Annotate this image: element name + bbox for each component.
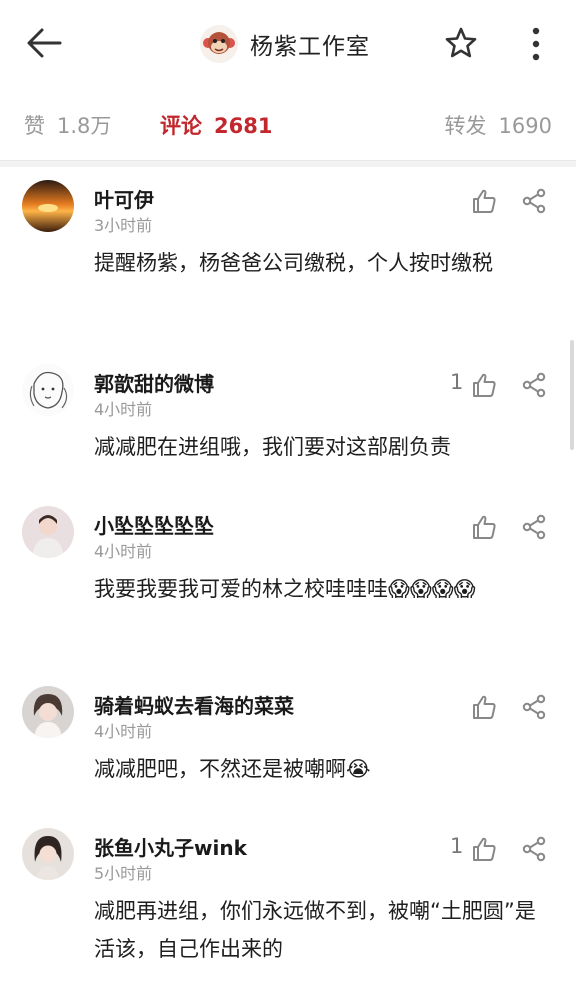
- avatar[interactable]: [22, 506, 74, 558]
- more-vertical-icon[interactable]: [526, 26, 546, 62]
- page-title-group: 杨紫工作室: [200, 22, 370, 66]
- comments-count: 2681: [214, 114, 273, 138]
- sunset-avatar-icon: [22, 180, 74, 232]
- comment-text: 减肥再进组，你们永远做不到，被嘲“土肥圆”是活该，自己作出来的: [94, 892, 554, 968]
- top-bar: 杨紫工作室: [0, 0, 576, 88]
- share-icon[interactable]: [521, 188, 547, 214]
- monkey-logo-icon: [200, 25, 238, 63]
- comment-item: 郭歆甜的微博 4小时前 减减肥在进组哦，我们要对这部剧负责 1: [0, 362, 576, 486]
- share-icon[interactable]: [521, 694, 547, 720]
- scream-emoji-icon: 😱😱😱😱: [388, 577, 476, 601]
- comment-text-content: 减减肥在进组哦，我们要对这部剧负责: [94, 435, 451, 459]
- comment-username[interactable]: 张鱼小丸子wink: [94, 832, 247, 861]
- avatar[interactable]: [22, 364, 74, 416]
- likes-count: 1.8万: [57, 114, 112, 138]
- reposts-count: 1690: [498, 114, 552, 138]
- tab-comments[interactable]: 评论 2681: [160, 110, 272, 140]
- comment-text: 减减肥在进组哦，我们要对这部剧负责: [94, 428, 554, 466]
- stats-tabs: 赞 1.8万 评论 2681 转发 1690: [0, 100, 576, 156]
- comment-time: 3小时前: [94, 216, 153, 235]
- section-divider: [0, 160, 576, 167]
- comment-username[interactable]: 小坠坠坠坠坠: [94, 510, 214, 539]
- like-count: 1: [450, 834, 464, 858]
- page-title: 杨紫工作室: [250, 34, 370, 60]
- likes-label: 赞: [24, 114, 45, 138]
- comment-item: 骑着蚂蚁去看海的菜菜 4小时前 减减肥吧，不然还是被嘲啊😭: [0, 684, 576, 808]
- star-icon[interactable]: [444, 26, 478, 60]
- share-icon[interactable]: [521, 372, 547, 398]
- comment-username[interactable]: 叶可伊: [94, 184, 154, 213]
- like-count: 1: [450, 370, 464, 394]
- comment-text: 减减肥吧，不然还是被嘲啊😭: [94, 750, 554, 788]
- comment-text-content: 减减肥吧，不然还是被嘲啊: [94, 757, 346, 781]
- comment-time: 4小时前: [94, 542, 153, 561]
- tab-likes[interactable]: 赞 1.8万: [24, 110, 111, 140]
- comment-text: 我要我要我可爱的林之校哇哇哇😱😱😱😱: [94, 570, 554, 608]
- comment-item: 叶可伊 3小时前 提醒杨紫，杨爸爸公司缴税，个人按时缴税: [0, 178, 576, 338]
- person-avatar-icon: [22, 828, 74, 880]
- share-icon[interactable]: [521, 836, 547, 862]
- comment-time: 4小时前: [94, 722, 153, 741]
- comment-item: 小坠坠坠坠坠 4小时前 我要我要我可爱的林之校哇哇哇😱😱😱😱: [0, 504, 576, 664]
- thumbs-up-icon[interactable]: [471, 372, 497, 398]
- comment-item: 张鱼小丸子wink 5小时前 减肥再进组，你们永远做不到，被嘲“土肥圆”是活该，…: [0, 826, 576, 996]
- crying-emoji-icon: 😭: [346, 757, 371, 781]
- avatar[interactable]: [22, 686, 74, 738]
- person-avatar-icon: [22, 506, 74, 558]
- comments-label: 评论: [160, 114, 202, 138]
- thumbs-up-icon[interactable]: [471, 514, 497, 540]
- comment-username[interactable]: 骑着蚂蚁去看海的菜菜: [94, 690, 294, 719]
- thumbs-up-icon[interactable]: [471, 694, 497, 720]
- comment-text-content: 我要我要我可爱的林之校哇哇哇: [94, 577, 388, 601]
- studio-avatar[interactable]: [200, 25, 238, 63]
- avatar[interactable]: [22, 180, 74, 232]
- reposts-label: 转发: [444, 114, 487, 138]
- thumbs-up-icon[interactable]: [471, 836, 497, 862]
- avatar[interactable]: [22, 828, 74, 880]
- comment-username[interactable]: 郭歆甜的微博: [94, 368, 214, 397]
- comment-time: 4小时前: [94, 400, 153, 419]
- tab-reposts[interactable]: 转发 1690: [445, 110, 552, 140]
- comment-time: 5小时前: [94, 864, 153, 883]
- comment-text: 提醒杨紫，杨爸爸公司缴税，个人按时缴税: [94, 244, 554, 282]
- comment-text-content: 提醒杨紫，杨爸爸公司缴税，个人按时缴税: [94, 251, 493, 275]
- share-icon[interactable]: [521, 514, 547, 540]
- sketch-avatar-icon: [22, 364, 74, 416]
- comment-text-content: 减肥再进组，你们永远做不到，被嘲“土肥圆”是活该，自己作出来的: [94, 899, 536, 961]
- back-arrow-icon[interactable]: [24, 26, 64, 60]
- person-avatar-icon: [22, 686, 74, 738]
- thumbs-up-icon[interactable]: [471, 188, 497, 214]
